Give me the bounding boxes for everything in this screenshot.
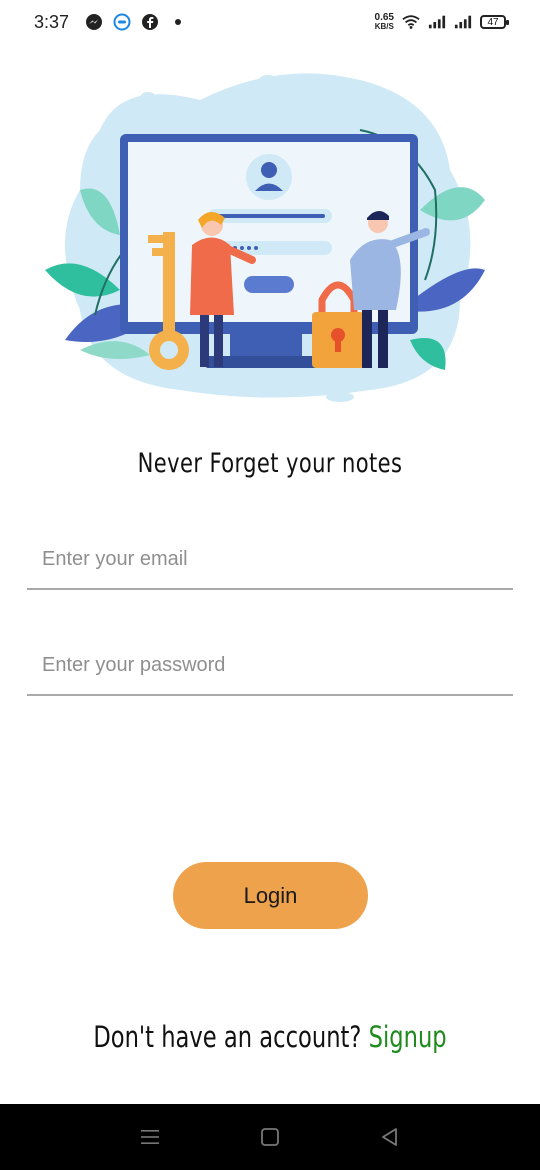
- login-illustration: [45, 73, 485, 402]
- back-icon[interactable]: [377, 1124, 403, 1150]
- page-title: Never Forget your notes: [137, 448, 403, 479]
- login-button[interactable]: Login: [173, 862, 368, 929]
- network-speed: 0.65 KB/S: [374, 13, 394, 32]
- signup-prompt: Don't have an account?: [93, 1020, 362, 1054]
- status-left: 3:37: [34, 11, 182, 33]
- signal-icon: [428, 13, 446, 31]
- email-input[interactable]: [27, 530, 513, 588]
- menu-icon[interactable]: [137, 1124, 163, 1150]
- navigation-bar: [0, 1104, 540, 1170]
- status-bar: 3:37 0.65 KB/S 47: [0, 0, 540, 44]
- status-right: 0.65 KB/S 47: [374, 13, 509, 32]
- messenger-icon: [85, 13, 103, 31]
- battery-icon: 47: [480, 15, 509, 29]
- password-input[interactable]: [27, 636, 513, 694]
- signup-link[interactable]: Signup: [369, 1020, 447, 1054]
- home-icon[interactable]: [257, 1124, 283, 1150]
- messages-icon: [113, 13, 131, 31]
- password-field[interactable]: [27, 636, 513, 696]
- notification-dot: [175, 19, 182, 25]
- status-time: 3:37: [34, 11, 70, 32]
- signal-icon-2: [454, 13, 472, 31]
- facebook-icon: [141, 13, 159, 31]
- email-field[interactable]: [27, 530, 513, 590]
- wifi-icon: [402, 13, 420, 31]
- network-speed-unit: KB/S: [374, 22, 394, 31]
- signup-row: Don't have an account? Signup: [59, 1020, 480, 1054]
